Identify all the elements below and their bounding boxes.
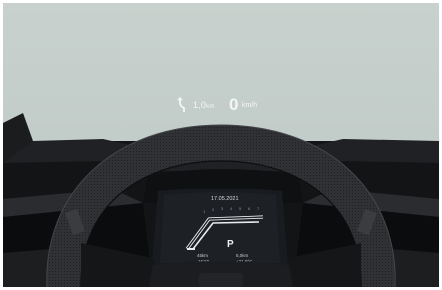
car-interior-view: 1,0km 0 km/h 17.05.2021 1 2 3 4 5 6 7 P …: [3, 3, 439, 287]
steering-wheel: [46, 124, 396, 287]
